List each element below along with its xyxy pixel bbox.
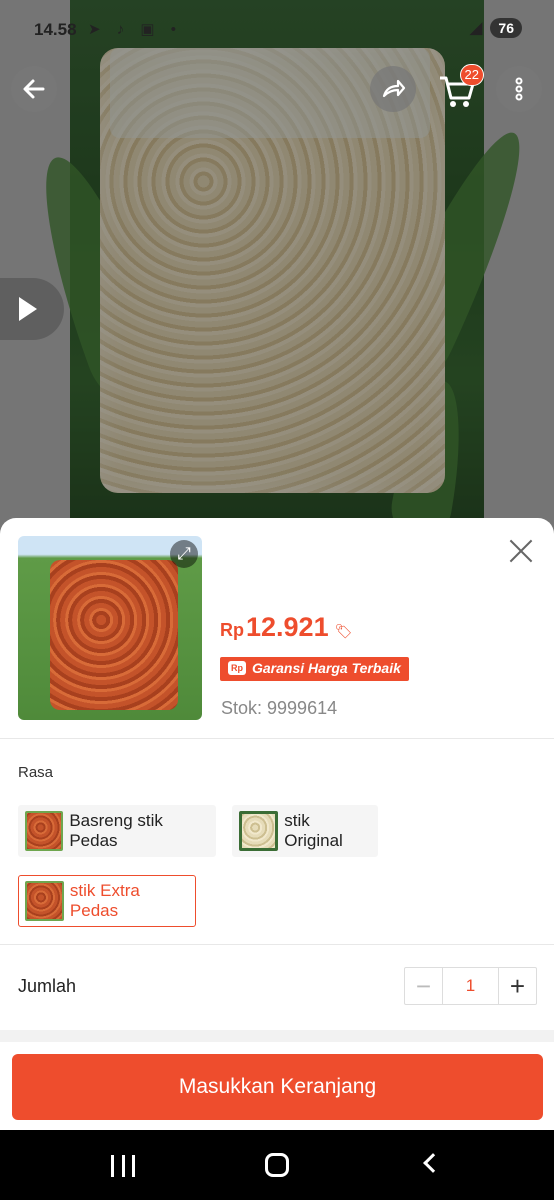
cart-badge: 22 [459,64,484,86]
variant-selection-sheet: ⤢ Rp 12.921 🏷 Rp Garansi Harga Terbaik S… [0,518,554,1130]
status-bar: 14.58 ➤ ♪ ▣ • ◢ 76 [0,0,554,56]
play-video-button[interactable] [0,278,64,340]
cart-button[interactable]: 22 [436,64,484,116]
back-arrow-icon[interactable] [11,66,57,112]
quantity-input[interactable]: 1 [443,968,498,1004]
variant-option-stik-original[interactable]: stik Original [232,805,378,857]
signal-icon: ◢ [469,18,483,37]
guarantee-label: Garansi Harga Terbaik [252,660,401,676]
price-guarantee-badge[interactable]: Rp Garansi Harga Terbaik [220,657,409,681]
decrease-quantity-button[interactable]: − [405,968,443,1004]
variant-label: Basreng stik Pedas [69,811,163,850]
section-separator [0,1030,554,1042]
increase-quantity-button[interactable]: + [498,968,536,1004]
expand-icon[interactable]: ⤢ [170,540,198,568]
more-options-icon[interactable] [496,66,542,112]
play-icon [19,297,37,321]
price-currency: Rp [220,620,244,640]
system-navigation-bar [0,1130,554,1200]
product-price: Rp 12.921 🏷 [220,612,352,643]
voucher-icon: 🏷 [334,623,353,639]
guarantee-icon: Rp [228,661,246,675]
status-time: 14.58 [34,20,77,39]
variant-option-stik-extra-pedas[interactable]: stik Extra Pedas [18,875,196,927]
variant-option-basreng-stik-pedas[interactable]: Basreng stik Pedas [18,805,216,857]
variant-label: stik Extra Pedas [69,881,140,920]
stock-label: Stok: 9999614 [221,698,338,718]
notification-icons: ➤ ♪ ▣ • [88,21,182,38]
variant-label: stik Original [284,811,343,850]
variant-image [25,811,64,851]
divider [0,738,554,739]
variation-label: Rasa [18,764,54,781]
quantity-stepper: − 1 + [404,967,537,1005]
variant-image [25,881,64,921]
price-amount: 12.921 [246,612,329,642]
divider [0,944,554,945]
recent-apps-icon[interactable] [111,1155,135,1177]
battery-icon: 76 [490,18,522,38]
share-icon[interactable] [370,66,416,112]
quantity-label: Jumlah [18,976,77,996]
back-icon[interactable] [423,1153,443,1173]
close-icon[interactable] [506,536,536,566]
home-icon[interactable] [265,1153,289,1177]
variant-image [239,811,279,851]
add-to-cart-button[interactable]: Masukkan Keranjang [12,1054,543,1120]
variant-thumbnail[interactable]: ⤢ [18,536,202,720]
